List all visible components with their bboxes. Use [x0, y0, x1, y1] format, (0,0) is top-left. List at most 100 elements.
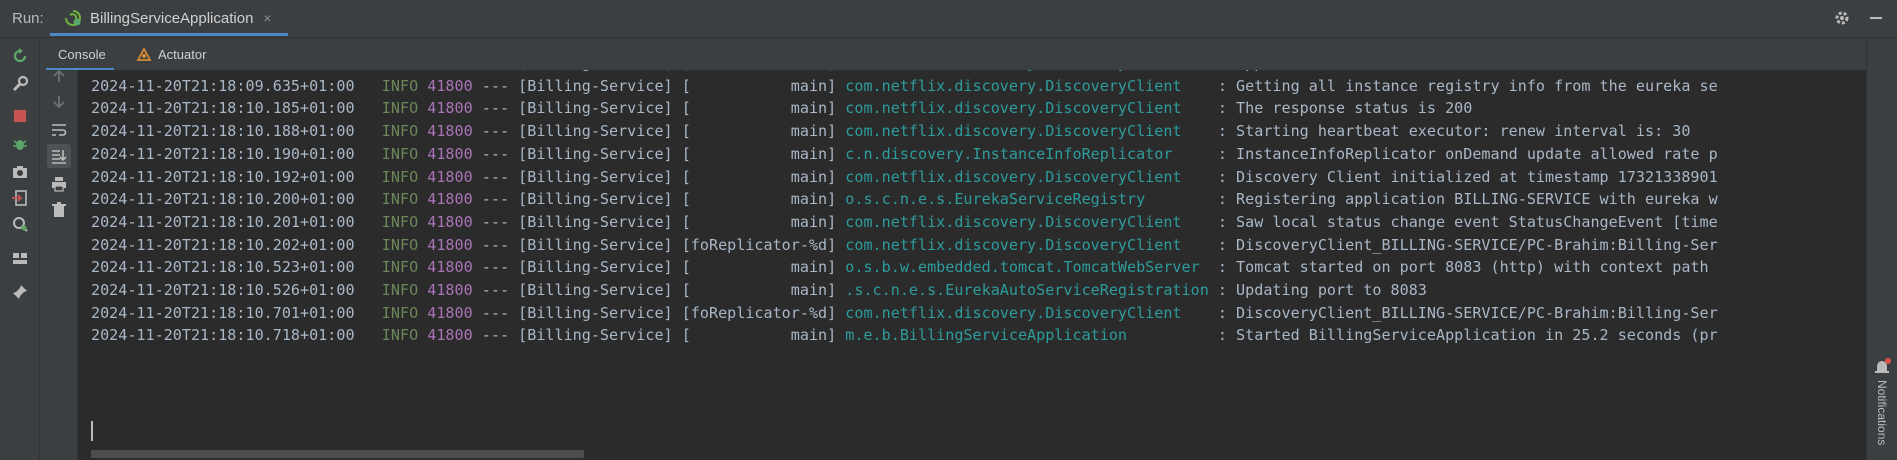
- log-thread: [ main]: [681, 144, 837, 163]
- wrench-icon[interactable]: [8, 72, 32, 96]
- log-pid: 41800: [427, 212, 473, 231]
- log-service: [Billing-Service]: [518, 122, 673, 141]
- trash-icon[interactable]: [47, 198, 71, 222]
- log-separator: ---: [481, 281, 510, 299]
- text-caret: [91, 421, 93, 441]
- stop-icon[interactable]: [8, 104, 32, 128]
- log-service: [Billing-Service]: [518, 144, 673, 163]
- log-pid: 41800: [427, 303, 473, 322]
- log-pid: 41800: [427, 281, 473, 299]
- log-timestamp: 2024-11-20T21:18:10.192+01:00: [91, 167, 355, 186]
- header-actions: [1829, 0, 1897, 36]
- search-gear-icon[interactable]: [8, 212, 32, 236]
- log-timestamp: 2024-11-20T21:18:09.635+01:00: [91, 70, 355, 72]
- log-separator: ---: [481, 167, 510, 186]
- log-separator: ---: [481, 303, 510, 322]
- log-level: INFO: [372, 167, 419, 186]
- log-separator: ---: [481, 258, 510, 277]
- log-message: : Registering application BILLING-SERVIC…: [1208, 190, 1718, 209]
- log-logger: com.netflix.discovery.DiscoveryClient: [845, 212, 1209, 231]
- camera-icon[interactable]: [8, 160, 32, 184]
- log-separator: ---: [481, 235, 510, 254]
- log-thread: [ main]: [681, 326, 837, 345]
- spring-boot-run-icon: [65, 10, 82, 27]
- log-timestamp: 2024-11-20T21:18:10.523+01:00: [91, 258, 355, 277]
- print-icon[interactable]: [47, 172, 71, 196]
- log-message: : Tomcat started on port 8083 (http) wit…: [1208, 258, 1709, 277]
- gear-icon[interactable]: [1829, 5, 1855, 31]
- log-thread: [ main]: [681, 76, 837, 95]
- log-pid: 41800: [427, 70, 472, 72]
- log-message: : DiscoveryClient_BILLING-SERVICE/PC-Bra…: [1208, 235, 1718, 254]
- scroll-to-end-icon[interactable]: [47, 144, 71, 168]
- log-level: INFO: [372, 303, 419, 322]
- log-line: 2024-11-20T21:18:10.201+01:00 INFO 41800…: [91, 211, 1718, 233]
- log-timestamp: 2024-11-20T21:18:10.202+01:00: [91, 235, 355, 254]
- log-separator: ---: [481, 122, 510, 141]
- rerun-icon[interactable]: [8, 44, 32, 68]
- log-message: : Starting heartbeat executor: renew int…: [1208, 122, 1691, 141]
- log-level: INFO: [372, 122, 419, 141]
- log-logger: com.netflix.discovery.DiscoveryClient: [845, 70, 1209, 72]
- log-thread: [ main]: [681, 99, 837, 118]
- log-message: : DiscoveryClient_BILLING-SERVICE/PC-Bra…: [1208, 303, 1718, 322]
- log-service: [Billing-Service]: [518, 212, 673, 231]
- tab-billing-service-application[interactable]: BillingServiceApplication ×: [48, 0, 288, 36]
- log-thread: [ main]: [681, 122, 837, 141]
- log-timestamp: 2024-11-20T21:18:09.635+01:00: [91, 76, 355, 95]
- log-message: : Discovery Client initialized at timest…: [1208, 167, 1718, 186]
- log-timestamp: 2024-11-20T21:18:10.526+01:00: [91, 281, 355, 299]
- log-service: [Billing-Service]: [518, 235, 673, 254]
- log-line: 2024-11-20T21:18:10.526+01:00 INFO 41800…: [91, 279, 1427, 301]
- log-message: : Started BillingServiceApplication in 2…: [1208, 326, 1718, 345]
- log-pid: 41800: [427, 122, 473, 141]
- log-separator: ---: [481, 190, 510, 209]
- log-line: 2024-11-20T21:18:10.701+01:00 INFO 41800…: [91, 302, 1718, 324]
- minimize-icon[interactable]: [1863, 5, 1889, 31]
- log-line: 2024-11-20T21:18:10.202+01:00 INFO 41800…: [91, 234, 1718, 256]
- console-subtabs: Console Actuator: [40, 38, 1897, 70]
- soft-wrap-icon[interactable]: [47, 118, 71, 142]
- tab-actuator[interactable]: Actuator: [136, 38, 206, 70]
- log-logger: com.netflix.discovery.DiscoveryClient: [845, 99, 1209, 118]
- log-message: : Saw local status change event StatusCh…: [1208, 212, 1718, 231]
- log-service: [Billing-Service]: [518, 258, 673, 277]
- log-separator: ---: [481, 144, 510, 163]
- bell-icon[interactable]: [1873, 358, 1891, 376]
- log-thread: [ main]: [681, 167, 837, 186]
- log-message: : Application version is -1: true: [1209, 70, 1518, 72]
- log-service: [Billing-Service]: [518, 76, 673, 95]
- log-separator: ---: [481, 99, 510, 118]
- log-pid: 41800: [427, 190, 473, 209]
- pin-icon[interactable]: [8, 280, 32, 304]
- log-line: 2024-11-20T21:18:10.718+01:00 INFO 41800…: [91, 324, 1718, 346]
- layout-icon[interactable]: [8, 246, 32, 270]
- log-service: [Billing-Service]: [518, 99, 673, 118]
- log-logger: com.netflix.discovery.DiscoveryClient: [845, 167, 1209, 186]
- horizontal-scrollbar[interactable]: [91, 450, 584, 458]
- console-output[interactable]: 2024-11-20T21:18:09.635+01:00 INFO 41800…: [78, 70, 1866, 460]
- notifications-label[interactable]: Notifications: [1875, 380, 1889, 445]
- log-thread: [ main]: [681, 212, 837, 231]
- log-separator: ---: [481, 76, 510, 95]
- log-service: [Billing-Service]: [518, 326, 673, 345]
- log-pid: 41800: [427, 76, 473, 95]
- exit-icon[interactable]: [8, 186, 32, 210]
- run-left-toolbar: [0, 38, 40, 460]
- log-pid: 41800: [427, 144, 473, 163]
- log-separator: ---: [482, 70, 509, 72]
- active-tab-indicator: [50, 33, 288, 36]
- scroll-up-icon[interactable]: [47, 64, 71, 88]
- log-line: 2024-11-20T21:18:10.200+01:00 INFO 41800…: [91, 188, 1718, 210]
- log-logger: o.s.c.n.e.s.EurekaServiceRegistry: [845, 190, 1209, 209]
- log-thread: [foReplicator-%d]: [681, 235, 837, 254]
- log-logger: .s.c.n.e.s.EurekaAutoServiceRegistration: [845, 281, 1209, 299]
- debug-bug-icon[interactable]: [8, 132, 32, 156]
- log-thread: [ main]: [681, 281, 837, 299]
- actuator-icon: [136, 47, 152, 61]
- log-thread: [ main]: [681, 258, 837, 277]
- log-thread: [ main]: [681, 190, 837, 209]
- log-line: 2024-11-20T21:18:10.192+01:00 INFO 41800…: [91, 166, 1718, 188]
- scroll-down-icon[interactable]: [47, 90, 71, 114]
- tab-close-icon[interactable]: ×: [263, 10, 271, 26]
